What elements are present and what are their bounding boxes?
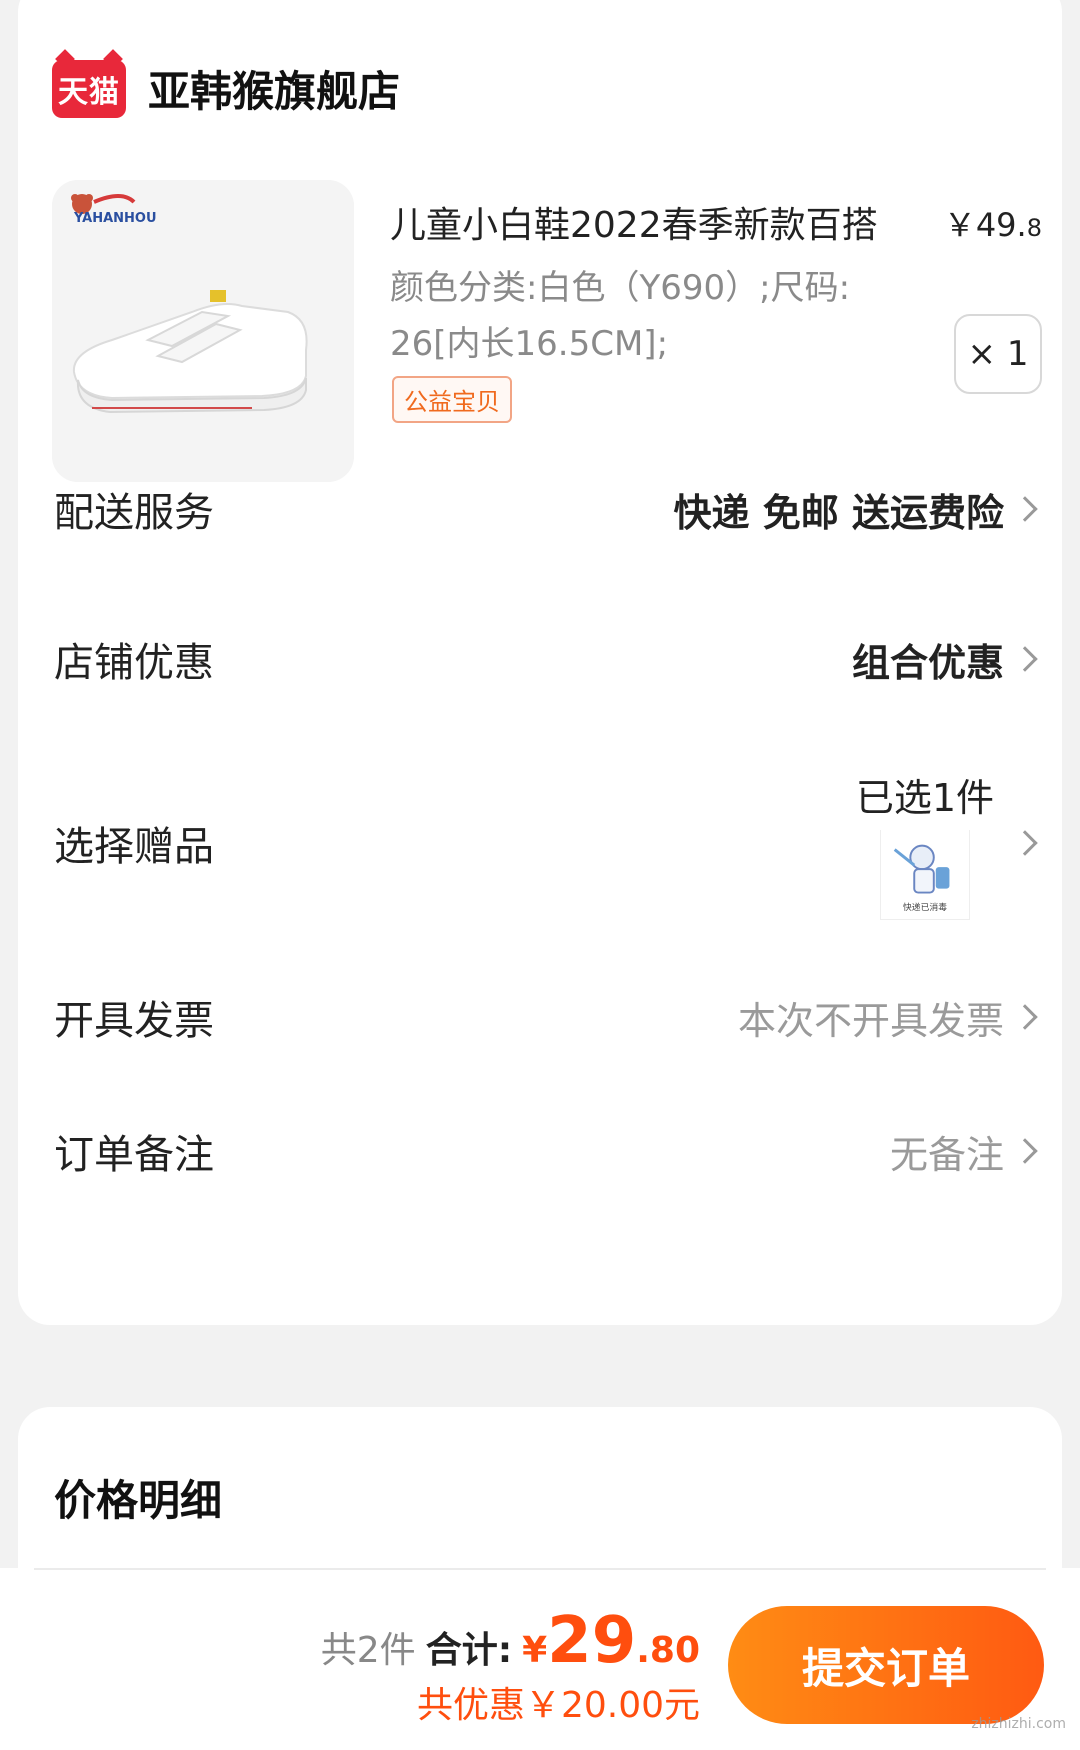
savings-text: 共优惠￥20.00元 bbox=[416, 1685, 700, 1726]
chevron-right-icon bbox=[1012, 646, 1038, 672]
product-price-main: ￥49. bbox=[943, 206, 1027, 244]
note-label: 订单备注 bbox=[54, 1132, 214, 1178]
store-order-card: 天猫 亚韩猴旗舰店 YAHANHOU 儿童小白鞋2022春季新款百搭 ￥49.8… bbox=[18, 0, 1062, 1325]
total-label: 合计: bbox=[425, 1630, 513, 1671]
delivery-label: 配送服务 bbox=[54, 490, 214, 536]
gift-image: 快递已消毒 bbox=[880, 829, 969, 918]
product-price: ￥49.8 bbox=[944, 200, 1042, 246]
discount-label: 店铺优惠 bbox=[54, 640, 214, 686]
tmall-logo: 天猫 bbox=[52, 59, 126, 118]
item-count: 共2件 bbox=[320, 1630, 416, 1671]
gift-value: 已选1件 bbox=[855, 775, 994, 820]
product-spec[interactable]: 颜色分类:白色（Y690）;尺码: 26[内长16.5CM]; bbox=[390, 260, 950, 372]
note-value: 无备注 bbox=[889, 1132, 1004, 1177]
product-image[interactable]: YAHANHOU bbox=[52, 180, 354, 482]
invoice-label: 开具发票 bbox=[54, 998, 214, 1044]
charity-tag: 公益宝贝 bbox=[392, 376, 512, 423]
chevron-right-icon bbox=[1012, 496, 1038, 522]
invoice-value: 本次不开具发票 bbox=[737, 998, 1004, 1043]
gift-thumbnail: 快递已消毒 bbox=[879, 829, 970, 920]
delivery-service-row[interactable]: 配送服务 快递 免邮 送运费险 bbox=[54, 480, 1044, 538]
discount-value: 组合优惠 bbox=[851, 640, 1004, 685]
chevron-right-icon bbox=[1012, 1138, 1038, 1164]
chevron-right-icon bbox=[1012, 830, 1038, 856]
store-discount-row[interactable]: 店铺优惠 组合优惠 bbox=[54, 630, 1044, 688]
divider bbox=[34, 1568, 1046, 1570]
product-title[interactable]: 儿童小白鞋2022春季新款百搭 bbox=[390, 196, 878, 248]
total-currency: ¥ bbox=[522, 1630, 548, 1671]
svg-text:YAHANHOU: YAHANHOU bbox=[73, 211, 157, 226]
submit-order-button[interactable]: 提交订单 bbox=[728, 1606, 1044, 1724]
total-integer: 29 bbox=[547, 1604, 637, 1678]
order-note-row[interactable]: 订单备注 无备注 bbox=[54, 1122, 1044, 1180]
quantity-stepper[interactable]: × 1 bbox=[954, 314, 1042, 394]
invoice-row[interactable]: 开具发票 本次不开具发票 bbox=[54, 988, 1044, 1046]
gift-label: 选择赠品 bbox=[54, 824, 214, 870]
product-price-decimal: 8 bbox=[1026, 214, 1042, 242]
checkout-bar: 共2件 合计: ¥29.80 共优惠￥20.00元 提交订单 zhizhizhi… bbox=[0, 1568, 1080, 1750]
store-header[interactable]: 天猫 亚韩猴旗舰店 bbox=[52, 58, 400, 119]
product-item[interactable]: YAHANHOU 儿童小白鞋2022春季新款百搭 ￥49.8 颜色分类:白色（Y… bbox=[52, 180, 1042, 490]
delivery-value: 快递 免邮 送运费险 bbox=[673, 490, 1004, 535]
chevron-right-icon bbox=[1012, 1004, 1038, 1030]
gift-select-row[interactable]: 选择赠品 已选1件 快递已消毒 bbox=[54, 768, 1044, 920]
shoe-image: YAHANHOU bbox=[52, 180, 354, 482]
order-total: 共2件 合计: ¥29.80 bbox=[321, 1604, 700, 1678]
total-decimal: .80 bbox=[636, 1630, 700, 1671]
price-detail-title: 价格明细 bbox=[54, 1476, 223, 1525]
total-amount: ¥29.80 bbox=[522, 1604, 700, 1678]
store-name[interactable]: 亚韩猴旗舰店 bbox=[148, 58, 400, 119]
svg-text:快递已消毒: 快递已消毒 bbox=[903, 901, 947, 913]
watermark: zhizhizhi.com bbox=[971, 1716, 1066, 1732]
